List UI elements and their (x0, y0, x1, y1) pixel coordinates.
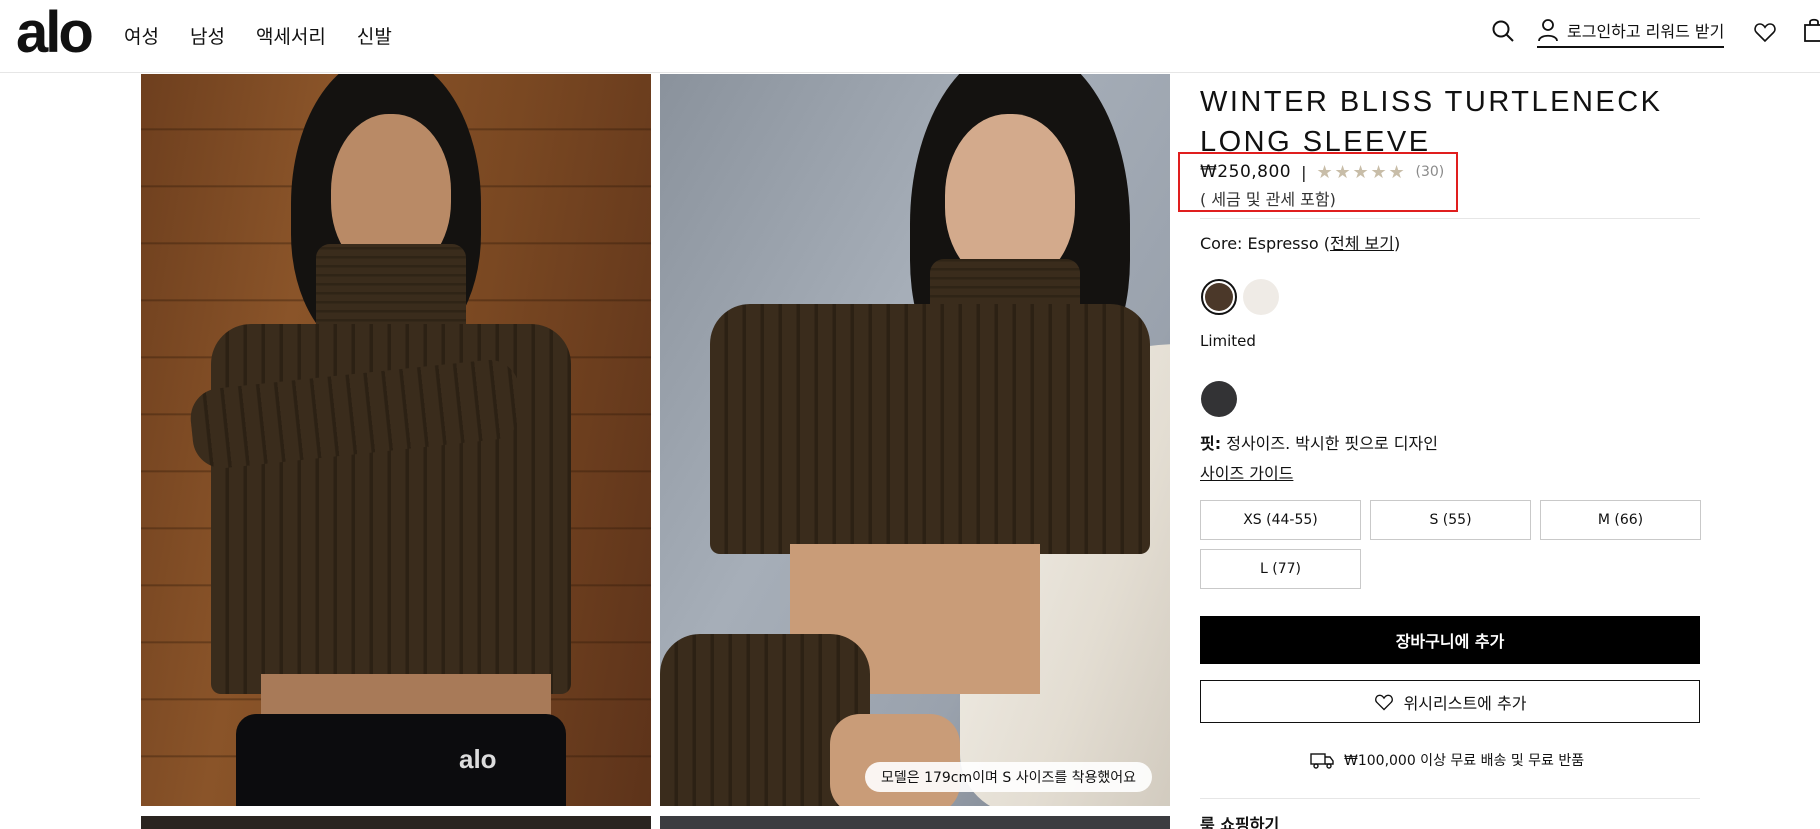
nav-shoes[interactable]: 신발 (357, 22, 392, 49)
add-to-cart-button[interactable]: 장바구니에 추가 (1200, 616, 1700, 664)
model-leggings (236, 714, 566, 806)
swatch-espresso[interactable] (1201, 279, 1237, 315)
model-size-caption: 모델은 179cm이며 S 사이즈를 착용했어요 (865, 762, 1153, 792)
color-suffix: ) (1393, 234, 1401, 253)
size-l-button[interactable]: L (77) (1200, 549, 1361, 589)
product-photo-1[interactable]: alo (141, 74, 651, 806)
size-s-button[interactable]: S (55) (1370, 500, 1531, 540)
model-hand (830, 714, 960, 806)
search-icon[interactable] (1490, 18, 1518, 46)
size-guide-link[interactable]: 사이즈 가이드 (1200, 460, 1293, 484)
main-nav: 여성 남성 액세서리 신발 (124, 22, 392, 49)
fit-label: 핏: (1200, 434, 1222, 453)
nav-accessories[interactable]: 액세서리 (256, 22, 326, 49)
bag-icon[interactable] (1803, 17, 1820, 43)
heart-icon[interactable] (1753, 20, 1777, 44)
product-title: WINTER BLISS TURTLENECK LONG SLEEVE (1200, 86, 1663, 158)
truck-icon (1310, 753, 1334, 769)
swatch-ivory[interactable] (1243, 279, 1279, 315)
user-icon (1538, 19, 1558, 42)
alo-logo[interactable]: alo (16, 4, 94, 62)
fit-text: 정사이즈. 박시한 핏으로 디자인 (1226, 434, 1438, 453)
nav-women[interactable]: 여성 (124, 22, 159, 49)
nav-men[interactable]: 남성 (190, 22, 225, 49)
site-header: alo 여성 남성 액세서리 신발 로그인하고 리워드 받기 (0, 0, 1820, 73)
product-photo-3[interactable] (141, 816, 651, 829)
highlight-box (1178, 152, 1458, 212)
product-photo-4[interactable] (660, 816, 1170, 829)
size-xs-button[interactable]: XS (44-55) (1200, 500, 1361, 540)
leggings-logo: alo (459, 744, 497, 774)
divider (1200, 218, 1700, 219)
shipping-note: ₩100,000 이상 무료 배송 및 무료 반품 (1310, 750, 1584, 770)
fit-info: 핏: 정사이즈. 박시한 핏으로 디자인 (1200, 430, 1438, 454)
wishlist-label: 위시리스트에 추가 (1403, 693, 1527, 713)
limited-label: Limited (1200, 332, 1256, 350)
shipping-text: ₩100,000 이상 무료 배송 및 무료 반품 (1344, 753, 1585, 769)
add-to-wishlist-button[interactable]: 위시리스트에 추가 (1200, 680, 1700, 723)
view-all-colors-link[interactable]: 전체 보기 (1330, 234, 1394, 253)
color-label: Core: Espresso (전체 보기) (1200, 230, 1400, 254)
heart-icon (1374, 694, 1393, 710)
shop-the-look-heading[interactable]: 룩 쇼핑하기 (1200, 811, 1279, 829)
size-m-button[interactable]: M (66) (1540, 500, 1701, 540)
login-label: 로그인하고 리워드 받기 (1567, 22, 1725, 41)
login-rewards-link[interactable]: 로그인하고 리워드 받기 (1537, 18, 1725, 48)
product-photo-2[interactable] (660, 74, 1170, 806)
sweater-body (710, 304, 1150, 554)
color-prefix: Core: Espresso ( (1200, 234, 1330, 253)
swatch-charcoal[interactable] (1201, 381, 1237, 417)
divider (1200, 798, 1700, 799)
